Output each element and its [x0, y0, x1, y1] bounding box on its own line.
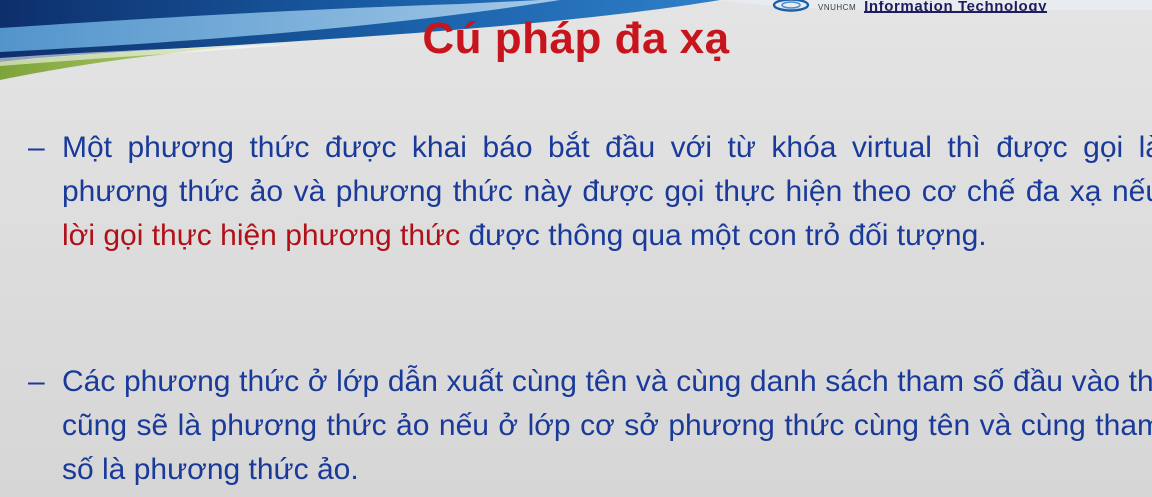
bullet-2-text: Các phương thức ở lớp dẫn xuất cùng tên … [62, 365, 1152, 486]
bullet-paragraph-1: – Một phương thức được khai báo bắt đầu v… [28, 126, 1152, 258]
bullet-1-highlight: lời gọi thực hiện phương thức [62, 219, 461, 252]
bullet-dash: – [28, 365, 45, 398]
vnuhcm-swirl-logo-icon [772, 0, 810, 12]
slide-title: Cú pháp đa xạ [422, 14, 730, 63]
slide: VNUHCM Information Technology Cú pháp đa… [0, 0, 1152, 497]
bullet-paragraph-2: – Các phương thức ở lớp dẫn xuất cùng tên… [28, 360, 1152, 492]
bullet-1-text-before: Một phương thức được khai báo bắt đầu vớ… [62, 131, 1152, 208]
bullet-dash: – [28, 131, 45, 164]
vnuhcm-logo-block: VNUHCM Information Technology [772, 0, 1048, 14]
brand-short-name: VNUHCM [818, 2, 857, 12]
bullet-1-text-after: được thông qua một con trỏ đối tượng. [460, 219, 987, 252]
brand-long-name: Information Technology [864, 1, 1048, 13]
